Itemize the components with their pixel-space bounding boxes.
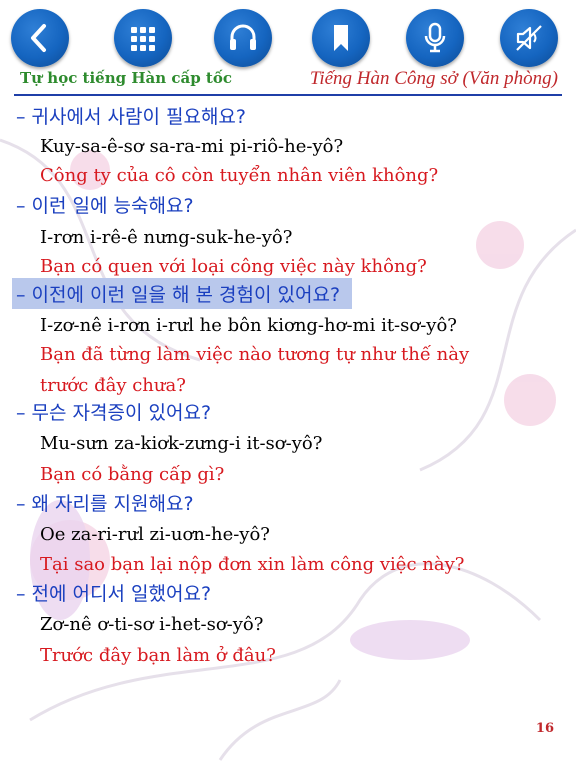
sound-off-icon: [516, 25, 542, 51]
vietnamese-translation-line-2: trước đây chưa?: [40, 375, 186, 396]
korean-phrase: – 무슨 자격증이 있어요?: [16, 402, 212, 424]
page-number: 16: [535, 721, 554, 736]
romanization: Kuy-sa-ê-sơ sa-ra-mi pi-riô-he-yô?: [40, 136, 344, 157]
back-icon: [31, 24, 46, 52]
page-header: Tự học tiếng Hàn cấp tốc Tiếng Hàn Công …: [0, 68, 576, 96]
vietnamese-translation: Công ty của cô còn tuyển nhân viên không…: [40, 165, 439, 186]
korean-phrase: – 귀사에서 사람이 필요해요?: [16, 106, 246, 128]
romanization: Zơ-nê ơ-ti-sơ i-het-sơ-yô?: [40, 614, 264, 635]
book-title: Tự học tiếng Hàn cấp tốc: [20, 69, 232, 87]
bookmark-button[interactable]: [312, 9, 370, 67]
vietnamese-translation-line-1: Bạn đã từng làm việc nào tương tự như th…: [40, 344, 470, 365]
romanization: Oe za-ri-rưl zi-uơn-he-yô?: [40, 524, 270, 545]
romanization: Mu-sưn za-kiơk-zưng-i it-sơ-yô?: [40, 433, 323, 454]
back-button[interactable]: [11, 9, 69, 67]
bookmark-icon: [334, 25, 348, 51]
header-divider: [14, 94, 562, 96]
mute-button[interactable]: [500, 9, 558, 67]
korean-phrase: – 전에 어디서 일했어요?: [16, 583, 212, 605]
romanization: I-zơ-nê i-rơn i-rưl he bôn kiơng-hơ-mi i…: [40, 315, 457, 336]
microphone-icon: [424, 22, 446, 53]
vietnamese-translation: Tại sao bạn lại nộp đơn xin làm công việ…: [40, 554, 465, 575]
record-button[interactable]: [406, 9, 464, 67]
korean-phrase: – 이런 일에 능숙해요?: [16, 195, 194, 217]
headphones-icon: [230, 24, 256, 50]
vietnamese-translation: Trước đây bạn làm ở đâu?: [40, 645, 276, 666]
romanization: I-rơn i-rê-ê nưng-suk-he-yô?: [40, 227, 293, 248]
toolbar: [0, 0, 576, 70]
korean-phrase: – 왜 자리를 지원해요?: [16, 493, 194, 515]
listen-button[interactable]: [214, 9, 272, 67]
chapter-title: Tiếng Hàn Công sở (Văn phòng): [309, 68, 558, 89]
vietnamese-translation: Bạn có bằng cấp gì?: [40, 464, 225, 485]
menu-grid-button[interactable]: [114, 9, 172, 67]
grid-icon: [131, 27, 155, 51]
korean-phrase-highlighted: – 이전에 이런 일을 해 본 경험이 있어요?: [12, 278, 353, 309]
